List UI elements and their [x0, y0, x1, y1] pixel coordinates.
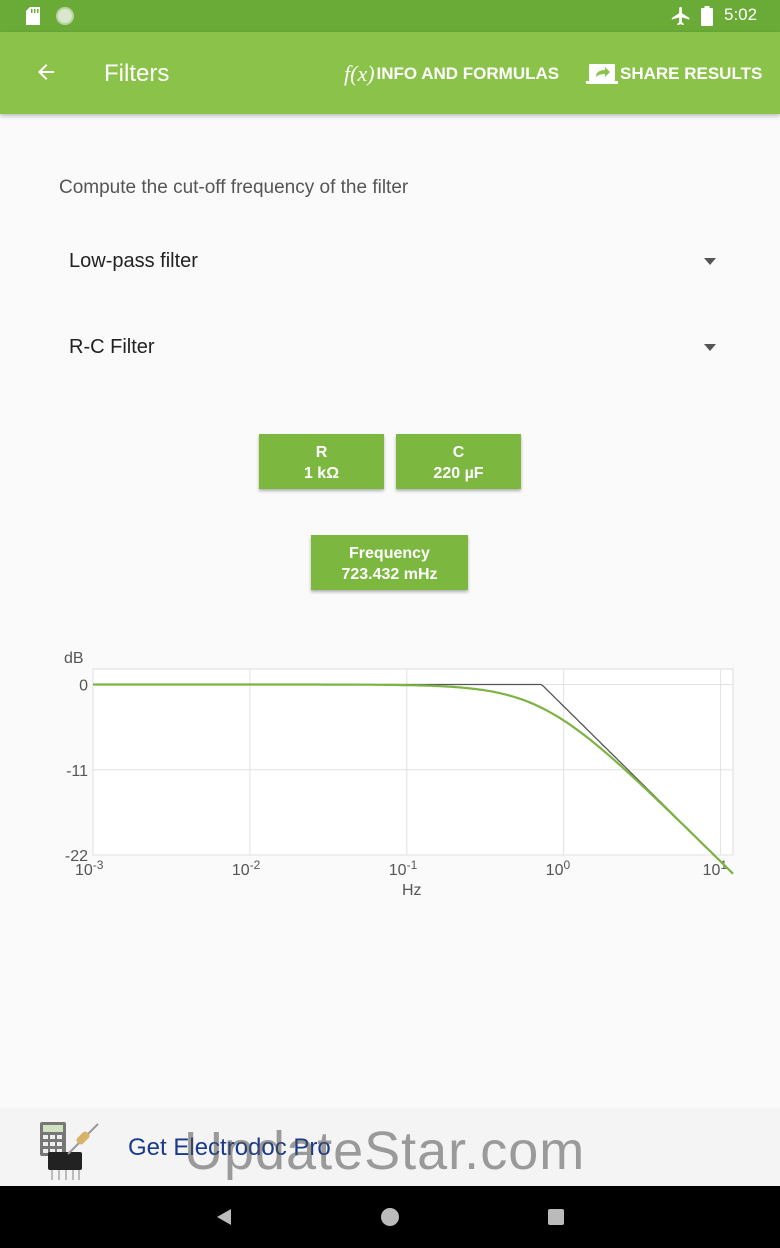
plot-area — [92, 668, 734, 856]
x-tick-label: 10-1 — [389, 858, 418, 879]
capacitance-button[interactable]: C 220 µF — [396, 434, 521, 489]
filter-kind-value: Low-pass filter — [69, 250, 198, 272]
share-results-button[interactable]: SHARE RESULTS — [586, 62, 762, 86]
filter-kind-select[interactable]: Low-pass filter — [58, 236, 724, 288]
info-and-formulas-button[interactable]: f(x) INFO AND FORMULAS — [344, 61, 559, 87]
y-tick-label: 0 — [79, 678, 88, 695]
nav-home-icon[interactable] — [381, 1208, 399, 1226]
status-bar: 5:02 — [0, 0, 780, 32]
notification-dot-icon — [56, 7, 74, 25]
x-tick-label: 100 — [546, 858, 571, 879]
dropdown-arrow-icon — [704, 344, 716, 351]
promo-banner[interactable]: Get Electrodoc Pro UpdateStar.com — [0, 1108, 780, 1186]
x-tick-label: 10-3 — [75, 858, 104, 879]
capacitance-label: C — [452, 444, 465, 461]
frequency-value: 723.432 mHz — [341, 566, 438, 583]
electrodoc-logo-icon — [40, 1122, 99, 1180]
info-and-formulas-label: INFO AND FORMULAS — [376, 64, 560, 83]
clock: 5:02 — [724, 5, 758, 24]
battery-icon — [701, 6, 713, 26]
function-icon: f(x) — [344, 61, 375, 86]
dropdown-arrow-icon — [704, 258, 716, 265]
x-tick-label: 101 — [703, 858, 728, 879]
filter-type-value: R-C Filter — [69, 336, 155, 358]
nav-recents-icon[interactable] — [548, 1209, 564, 1225]
filter-type-select[interactable]: R-C Filter — [58, 322, 724, 374]
x-axis-label: Hz — [402, 882, 422, 899]
x-tick-label: 10-2 — [232, 858, 261, 879]
app-bar: Filters f(x) INFO AND FORMULAS SHARE RES… — [0, 32, 780, 114]
frequency-response-chart: 0-11-22 10-3 10-2 10-1 100 101 dB Hz — [64, 650, 734, 899]
airplane-mode-icon — [671, 6, 690, 26]
frequency-label: Frequency — [349, 545, 430, 562]
share-results-label: SHARE RESULTS — [620, 64, 763, 83]
sd-card-icon — [26, 7, 40, 25]
resistance-value: 1 kΩ — [303, 465, 340, 482]
instruction-text: Compute the cut-off frequency of the fil… — [59, 177, 409, 198]
watermark: UpdateStar.com — [184, 1121, 586, 1181]
frequency-button[interactable]: Frequency 723.432 mHz — [311, 535, 468, 590]
share-icon — [586, 64, 618, 84]
capacitance-value: 220 µF — [433, 465, 484, 482]
resistance-label: R — [315, 444, 328, 461]
y-tick-label: -11 — [66, 763, 88, 780]
back-arrow-icon[interactable] — [34, 60, 58, 84]
page-title: Filters — [104, 60, 170, 87]
resistance-button[interactable]: R 1 kΩ — [259, 434, 384, 489]
y-axis-label: dB — [64, 650, 84, 667]
nav-back-icon[interactable] — [215, 1208, 233, 1226]
system-nav-bar — [0, 1186, 780, 1248]
